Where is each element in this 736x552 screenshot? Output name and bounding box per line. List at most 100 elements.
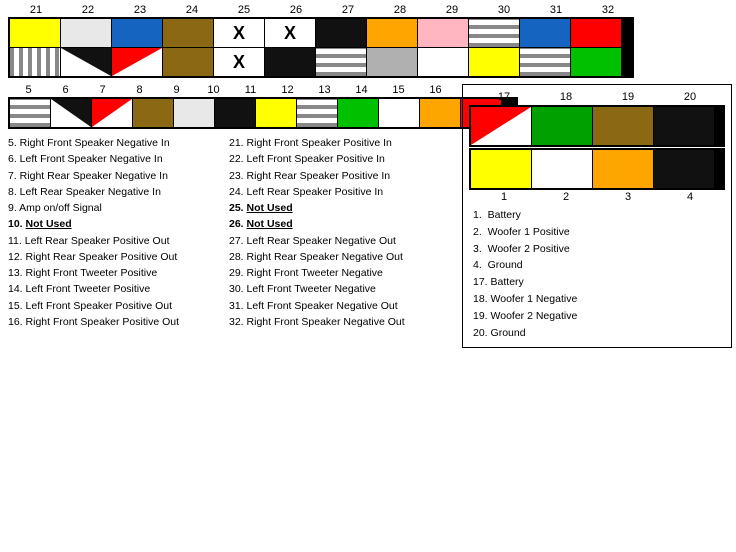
pin-label-30: 30 — [478, 4, 530, 16]
mid-cell-13 — [338, 99, 378, 127]
cell-28-r2 — [367, 48, 417, 76]
right-label-3: 3 — [597, 191, 659, 203]
cell-26-r2 — [265, 48, 315, 76]
right-list: 1. Battery 2. Woofer 1 Positive 3. Woofe… — [469, 207, 725, 341]
right-cell-1 — [471, 150, 531, 188]
label-24: 24. Left Rear Speaker Positive In — [229, 184, 444, 200]
cell-21-r1 — [10, 19, 60, 47]
top-connector-section: 21 22 23 24 25 26 27 28 29 30 31 32 X X — [4, 4, 732, 78]
mid-pin-15: 15 — [380, 84, 417, 96]
label-23: 23. Right Rear Speaker Positive In — [229, 168, 444, 184]
top-connector-body: X X X — [8, 17, 634, 78]
label-8: 8. Left Rear Speaker Negative In — [8, 184, 223, 200]
top-pin-labels: 21 22 23 24 25 26 27 28 29 30 31 32 — [4, 4, 732, 16]
label-28: 28. Right Rear Speaker Negative Out — [229, 249, 444, 265]
mid-pin-6: 6 — [47, 84, 84, 96]
mid-cell-11 — [256, 99, 296, 127]
cell-31-r2 — [520, 48, 570, 76]
mid-cell-9 — [174, 99, 214, 127]
right-label-18: 18 — [535, 91, 597, 103]
label-26: 26. Not Used — [229, 216, 444, 232]
cell-21-r2 — [10, 48, 60, 76]
pin-label-23: 23 — [114, 4, 166, 16]
mid-pin-14: 14 — [343, 84, 380, 96]
label-27: 27. Left Rear Speaker Negative Out — [229, 233, 444, 249]
right-list-item-19: 19. Woofer 2 Negative — [473, 308, 725, 325]
pin-label-25: 25 — [218, 4, 270, 16]
mid-cell-6 — [51, 99, 91, 127]
cell-23-r2 — [112, 48, 162, 76]
pin-label-29: 29 — [426, 4, 478, 16]
cell-26-r1: X — [265, 19, 315, 47]
right-label-20: 20 — [659, 91, 721, 103]
mid-pin-12: 12 — [269, 84, 306, 96]
label-30: 30. Left Front Tweeter Negative — [229, 281, 444, 297]
mid-cell-5 — [10, 99, 50, 127]
cell-22-r1 — [61, 19, 111, 47]
mid-pin-10: 10 — [195, 84, 232, 96]
right-list-item-2: 2. Woofer 1 Positive — [473, 224, 725, 241]
pin-label-28: 28 — [374, 4, 426, 16]
top-connector-row1: X X — [10, 19, 632, 47]
cell-23-r1 — [112, 19, 162, 47]
label-6: 6. Left Front Speaker Negative In — [8, 151, 223, 167]
mid-pin-9: 9 — [158, 84, 195, 96]
cell-27-r1 — [316, 19, 366, 47]
right-label-17: 17 — [473, 91, 535, 103]
right-label-4: 4 — [659, 191, 721, 203]
right-list-item-20: 20. Ground — [473, 325, 725, 342]
right-list-item-18: 18. Woofer 1 Negative — [473, 291, 725, 308]
right-top-labels: 17 18 19 20 — [469, 91, 725, 103]
pin-label-21: 21 — [10, 4, 62, 16]
label-5: 5. Right Front Speaker Negative In — [8, 135, 223, 151]
mid-pin-11: 11 — [232, 84, 269, 96]
cell-25-r1: X — [214, 19, 264, 47]
mid-pin-16: 16 — [417, 84, 454, 96]
cell-31-r1 — [520, 19, 570, 47]
label-31: 31. Left Front Speaker Negative Out — [229, 298, 444, 314]
cell-32-r1 — [571, 19, 621, 47]
label-15: 15. Left Front Speaker Positive Out — [8, 298, 223, 314]
right-cell-20 — [654, 107, 714, 145]
right-cell-19 — [593, 107, 653, 145]
right-cell-17 — [471, 107, 531, 145]
right-panel: 17 18 19 20 1 — [462, 84, 732, 348]
right-list-item-3: 3. Woofer 2 Positive — [473, 241, 725, 258]
cell-24-r1 — [163, 19, 213, 47]
mid-cell-10 — [215, 99, 255, 127]
cell-22-r2 — [61, 48, 111, 76]
mid-cell-7 — [92, 99, 132, 127]
mid-pin-labels: 5 6 7 8 9 10 11 12 13 14 15 16 — [4, 84, 454, 96]
pin-label-24: 24 — [166, 4, 218, 16]
right-label-1: 1 — [473, 191, 535, 203]
label-7: 7. Right Rear Speaker Negative In — [8, 168, 223, 184]
label-10: 10. Not Used — [8, 216, 223, 232]
cell-30-r2 — [469, 48, 519, 76]
right-list-item-17: 17. Battery — [473, 274, 725, 291]
mid-pin-13: 13 — [306, 84, 343, 96]
cell-30-r1 — [469, 19, 519, 47]
mid-pin-8: 8 — [121, 84, 158, 96]
right-list-item-4: 4. Ground — [473, 257, 725, 274]
mid-pin-7: 7 — [84, 84, 121, 96]
cell-32-r2 — [571, 48, 621, 76]
pin-label-32: 32 — [582, 4, 634, 16]
pin-label-22: 22 — [62, 4, 114, 16]
pin-label-31: 31 — [530, 4, 582, 16]
cell-24-r2 — [163, 48, 213, 76]
right-cell-18 — [532, 107, 592, 145]
right-cell-3 — [593, 150, 653, 188]
right-bottom-row — [469, 148, 725, 190]
label-25: 25. Not Used — [229, 200, 444, 216]
mid-cell-8 — [133, 99, 173, 127]
label-12: 12. Right Rear Speaker Positive Out — [8, 249, 223, 265]
cell-27-r2 — [316, 48, 366, 76]
label-21: 21. Right Front Speaker Positive In — [229, 135, 444, 151]
right-label-19: 19 — [597, 91, 659, 103]
cell-29-r1 — [418, 19, 468, 47]
pin-label-26: 26 — [270, 4, 322, 16]
mid-connector-body — [8, 97, 518, 129]
right-bottom-labels: 1 2 3 4 — [469, 191, 725, 203]
mid-pin-5: 5 — [10, 84, 47, 96]
labels-section: 5. Right Front Speaker Negative In 6. Le… — [4, 135, 454, 330]
